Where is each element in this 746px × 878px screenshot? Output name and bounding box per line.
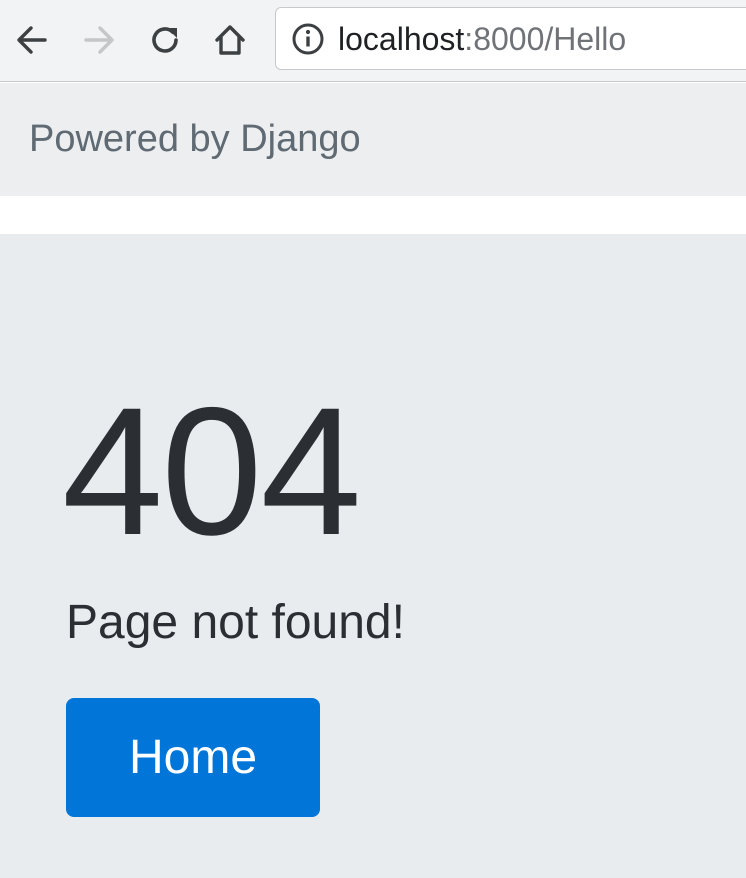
url-host: localhost (338, 21, 465, 57)
spacer (0, 196, 746, 234)
reload-icon (152, 27, 178, 53)
error-panel: 404 Page not found! Home (0, 234, 746, 878)
home-button-browser[interactable] (210, 18, 250, 62)
arrow-right-icon (84, 26, 114, 54)
browser-toolbar: localhost:8000/Hello (0, 0, 746, 82)
url-path: :8000/Hello (464, 21, 627, 57)
error-code: 404 (62, 369, 362, 573)
error-message: Page not found! (66, 596, 405, 649)
navbar-brand[interactable]: Powered by Django (29, 117, 361, 161)
info-icon[interactable] (291, 22, 325, 56)
back-button[interactable] (12, 18, 52, 62)
home-button[interactable]: Home (66, 698, 320, 817)
navbar: Powered by Django (0, 83, 746, 196)
forward-button[interactable] (79, 18, 119, 62)
arrow-left-icon (17, 26, 47, 54)
home-icon (215, 25, 245, 55)
address-bar[interactable]: localhost:8000/Hello (275, 7, 746, 70)
reload-button[interactable] (145, 18, 185, 62)
url-text[interactable]: localhost:8000/Hello (338, 21, 626, 57)
